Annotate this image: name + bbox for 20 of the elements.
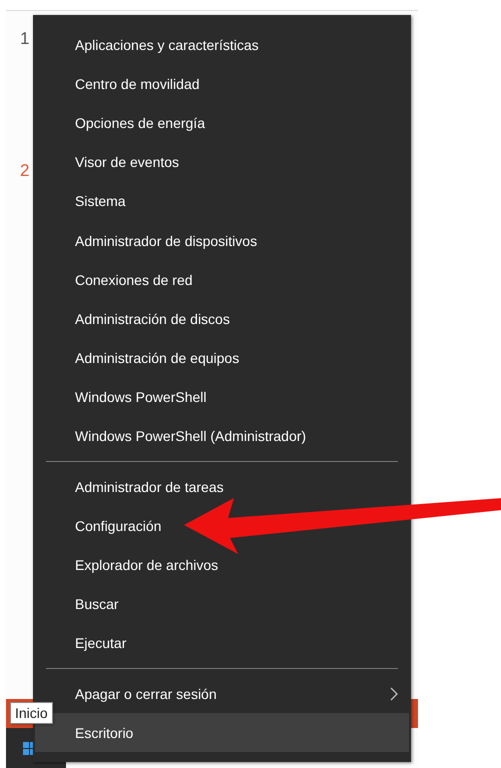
- menu-item[interactable]: Explorador de archivos: [33, 545, 411, 585]
- menu-item[interactable]: Conexiones de red: [33, 260, 411, 300]
- menu-item[interactable]: Administración de discos: [33, 299, 411, 338]
- menu-item[interactable]: Administrador de tareas: [33, 467, 411, 506]
- menu-item[interactable]: Opciones de energía: [33, 103, 411, 143]
- menu-item[interactable]: Centro de movilidad: [33, 64, 411, 104]
- menu-item[interactable]: Administración de equipos: [33, 338, 411, 378]
- tooltip: Inicio: [10, 702, 53, 724]
- menu-item[interactable]: Administrador de dispositivos: [33, 220, 411, 260]
- menu-item[interactable]: Aplicaciones y características: [33, 25, 411, 64]
- menu-item[interactable]: Windows PowerShell (Administrador): [33, 416, 411, 456]
- chevron-right-icon: [390, 686, 398, 701]
- row-number: 1: [20, 28, 30, 50]
- row-number: 2: [20, 160, 30, 182]
- menu-item[interactable]: Buscar: [33, 584, 411, 624]
- menu-item[interactable]: Ejecutar: [33, 624, 411, 663]
- menu-item[interactable]: Windows PowerShell: [33, 378, 411, 417]
- menu-item[interactable]: Sistema: [33, 182, 411, 221]
- menu-item[interactable]: Visor de eventos: [33, 142, 411, 182]
- menu-item[interactable]: Configuración: [33, 506, 411, 546]
